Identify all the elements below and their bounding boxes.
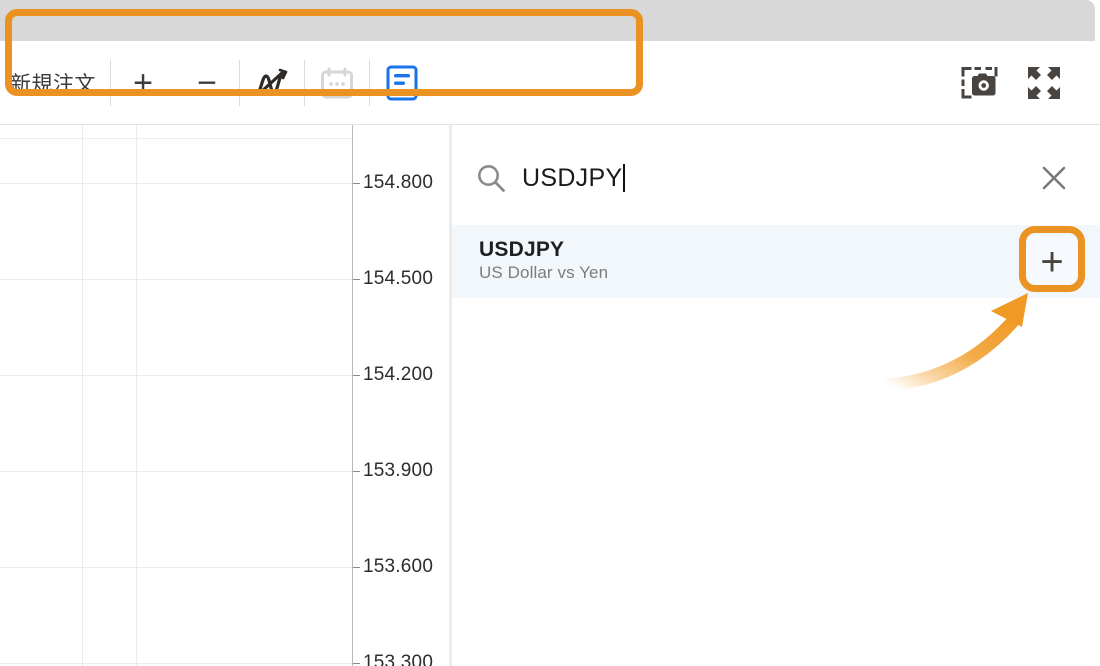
- clear-search-button[interactable]: [1016, 164, 1092, 192]
- symbol-search-panel: USDJPY USDJPY US Dollar vs Yen +: [452, 125, 1100, 666]
- result-text-block: USDJPY US Dollar vs Yen: [452, 238, 608, 285]
- close-x-icon: [1040, 164, 1068, 192]
- price-axis-label: 154.200: [363, 364, 434, 385]
- symbol-result-list: USDJPY US Dollar vs Yen +: [452, 225, 1100, 298]
- toolbar-right-group: [948, 41, 1100, 124]
- new-order-button[interactable]: 新規注文: [0, 41, 110, 124]
- add-symbol-button[interactable]: +: [1026, 235, 1078, 288]
- result-description: US Dollar vs Yen: [479, 263, 609, 283]
- chart-gridline-horizontal: [0, 183, 352, 184]
- chart-gridline-vertical: [136, 125, 137, 666]
- price-axis-label: 154.800: [363, 172, 434, 193]
- minus-icon: −: [197, 63, 217, 102]
- plus-icon: +: [1040, 239, 1064, 284]
- trading-app-window: 新規注文 + − 154.800 154.500 154.200 153.900…: [0, 0, 1100, 666]
- price-axis-tick: [353, 567, 360, 568]
- price-axis-tick: [353, 279, 360, 280]
- window-chrome-bar: [0, 0, 1095, 41]
- calendar-icon: [320, 67, 354, 99]
- symbol-list-button[interactable]: [370, 41, 434, 124]
- symbol-search-row[interactable]: USDJPY: [460, 141, 1092, 215]
- calendar-button[interactable]: [305, 41, 369, 124]
- price-axis-tick: [353, 471, 360, 472]
- chart-gridline-horizontal: [0, 375, 352, 376]
- symbol-search-input[interactable]: USDJPY: [522, 164, 622, 192]
- window-chrome-gap: [1095, 0, 1100, 41]
- fullscreen-expand-icon: [1025, 64, 1063, 102]
- zoom-in-button[interactable]: +: [111, 41, 175, 124]
- zoom-out-button[interactable]: −: [175, 41, 239, 124]
- chart-gridline-horizontal: [0, 567, 352, 568]
- chart-gridline-horizontal: [0, 663, 352, 664]
- text-caret: [623, 163, 626, 192]
- price-axis-label: 153.300: [363, 652, 434, 666]
- toolbar-left-group: 新規注文 + −: [0, 41, 434, 124]
- chart-gridline-horizontal: [0, 279, 352, 280]
- document-list-icon: [386, 65, 418, 101]
- price-axis-tick: [353, 663, 360, 664]
- new-order-label: 新規注文: [10, 72, 96, 96]
- fullscreen-button[interactable]: [1012, 41, 1076, 124]
- plus-icon: +: [133, 63, 153, 102]
- price-axis-line: [352, 125, 353, 666]
- indicator-line-icon: [252, 66, 292, 100]
- chart-gridline-vertical: [82, 125, 83, 666]
- chart-gridline-horizontal: [0, 138, 352, 139]
- screenshot-camera-icon: [960, 64, 1000, 102]
- result-symbol: USDJPY: [479, 237, 565, 261]
- price-axis-label: 153.600: [363, 556, 434, 577]
- list-item[interactable]: USDJPY US Dollar vs Yen +: [452, 225, 1100, 298]
- indicators-button[interactable]: [240, 41, 304, 124]
- screenshot-button[interactable]: [948, 41, 1012, 124]
- price-axis-tick: [353, 375, 360, 376]
- price-chart-pane[interactable]: 154.800 154.500 154.200 153.900 153.600 …: [0, 125, 450, 666]
- price-axis-label: 153.900: [363, 460, 434, 481]
- price-axis-tick: [353, 183, 360, 184]
- price-axis-label: 154.500: [363, 268, 434, 289]
- search-magnifier-icon: [460, 162, 522, 194]
- chart-toolbar: 新規注文 + −: [0, 41, 1100, 125]
- chart-gridline-horizontal: [0, 471, 352, 472]
